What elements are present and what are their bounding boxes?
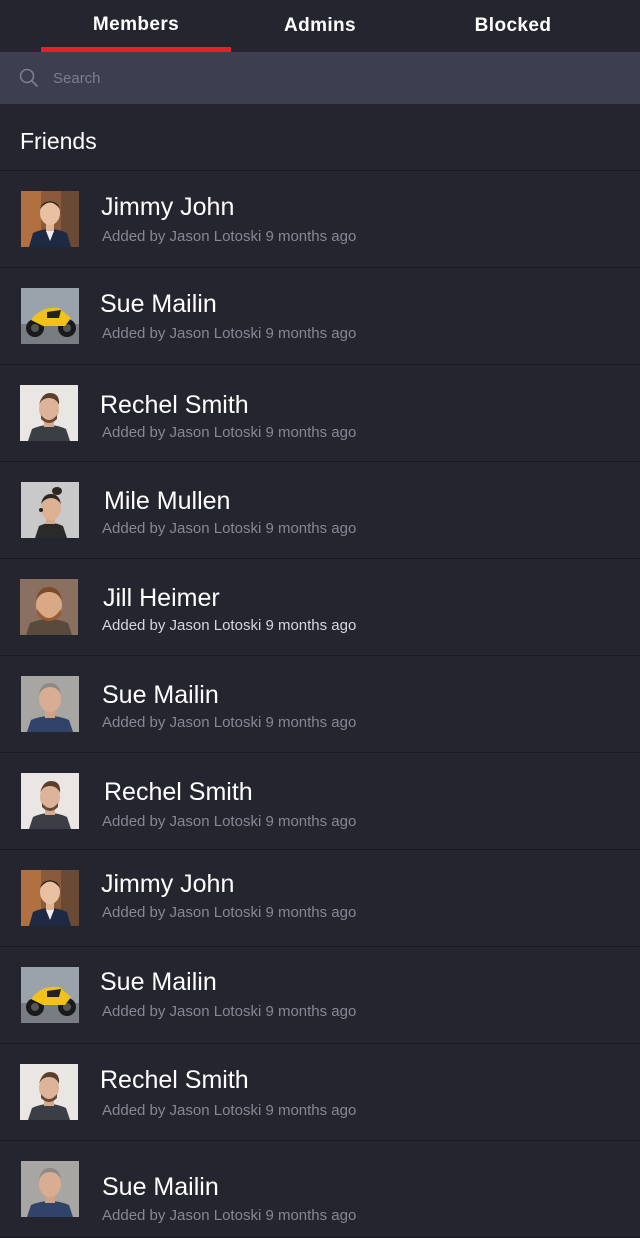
tab-admins[interactable]: Admins	[225, 0, 415, 52]
member-row[interactable]: Rechel Smith Added by Jason Lotoski 9 mo…	[0, 753, 640, 850]
member-row[interactable]: Sue Mailin Added by Jason Lotoski 9 mont…	[0, 947, 640, 1044]
member-row[interactable]: Jimmy John Added by Jason Lotoski 9 mont…	[0, 171, 640, 268]
avatar	[21, 773, 79, 829]
avatar	[21, 482, 79, 538]
tab-members-label: Members	[92, 14, 180, 35]
member-subtitle: Added by Jason Lotoski 9 months ago	[102, 1003, 357, 1020]
member-row[interactable]: Sue Mailin Added by Jason Lotoski 9 mont…	[0, 268, 640, 365]
member-subtitle: Added by Jason Lotoski 9 months ago	[102, 1207, 357, 1224]
avatar	[21, 676, 79, 732]
avatar	[21, 870, 79, 926]
member-row[interactable]: Sue Mailin Added by Jason Lotoski 9 mont…	[0, 656, 640, 753]
member-subtitle: Added by Jason Lotoski 9 months ago	[102, 520, 357, 537]
member-subtitle: Added by Jason Lotoski 9 months ago	[102, 424, 357, 441]
member-subtitle: Added by Jason Lotoski 9 months ago	[102, 714, 357, 731]
tab-blocked[interactable]: Blocked	[418, 0, 608, 52]
section-header: Friends	[0, 104, 640, 171]
member-name: Jimmy John	[101, 193, 235, 221]
tab-bar: Members Admins Blocked	[0, 0, 640, 52]
member-row[interactable]: Sue Mailin Added by Jason Lotoski 9 mont…	[0, 1141, 640, 1238]
member-subtitle: Added by Jason Lotoski 9 months ago	[102, 325, 357, 342]
tab-members[interactable]: Members	[41, 0, 231, 52]
search-input[interactable]	[53, 65, 613, 91]
member-name: Rechel Smith	[104, 778, 253, 806]
member-list: Jimmy John Added by Jason Lotoski 9 mont…	[0, 171, 640, 1238]
avatar	[20, 1064, 78, 1120]
section-title: Friends	[20, 128, 97, 154]
avatar	[21, 191, 79, 247]
member-row[interactable]: Rechel Smith Added by Jason Lotoski 9 mo…	[0, 1044, 640, 1141]
search-icon	[19, 68, 39, 88]
member-subtitle: Added by Jason Lotoski 9 months ago	[102, 1102, 357, 1119]
avatar	[21, 967, 79, 1023]
member-name: Sue Mailin	[100, 968, 217, 996]
member-row[interactable]: Jill Heimer Added by Jason Lotoski 9 mon…	[0, 559, 640, 656]
avatar	[21, 288, 79, 344]
tab-blocked-label: Blocked	[474, 15, 552, 36]
tab-admins-label: Admins	[283, 15, 357, 36]
member-subtitle: Added by Jason Lotoski 9 months ago	[102, 813, 357, 830]
member-subtitle: Added by Jason Lotoski 9 months ago	[102, 617, 357, 634]
member-row[interactable]: Jimmy John Added by Jason Lotoski 9 mont…	[0, 850, 640, 947]
member-name: Mile Mullen	[104, 487, 231, 515]
member-row[interactable]: Rechel Smith Added by Jason Lotoski 9 mo…	[0, 365, 640, 462]
member-name: Jill Heimer	[103, 584, 220, 612]
member-name: Sue Mailin	[102, 1173, 219, 1201]
member-name: Sue Mailin	[100, 290, 217, 318]
member-subtitle: Added by Jason Lotoski 9 months ago	[102, 904, 357, 921]
member-row[interactable]: Mile Mullen Added by Jason Lotoski 9 mon…	[0, 462, 640, 559]
member-name: Rechel Smith	[100, 1066, 249, 1094]
member-subtitle: Added by Jason Lotoski 9 months ago	[102, 228, 357, 245]
member-name: Sue Mailin	[102, 681, 219, 709]
member-name: Jimmy John	[101, 870, 235, 898]
avatar	[20, 579, 78, 635]
member-name: Rechel Smith	[100, 391, 249, 419]
search-bar	[0, 52, 640, 104]
avatar	[20, 385, 78, 441]
avatar	[21, 1161, 79, 1217]
